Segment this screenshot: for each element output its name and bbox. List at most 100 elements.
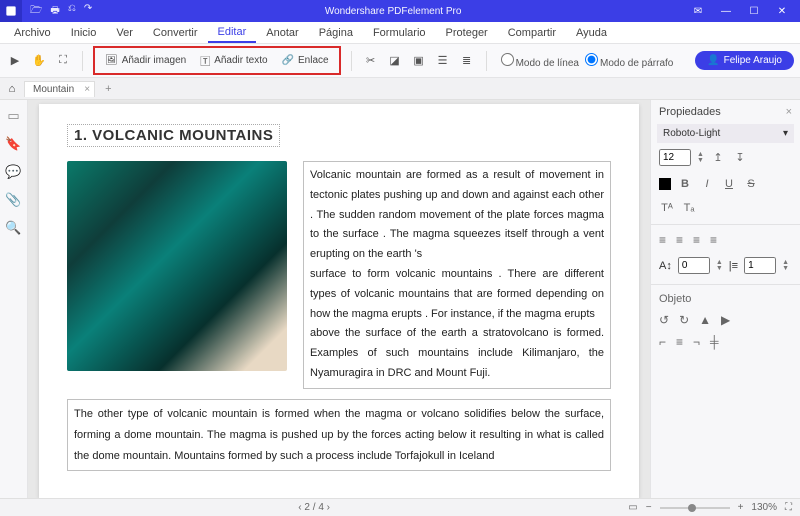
hand-icon[interactable]: ✋ (30, 52, 48, 70)
sidebar-left: ▭ 🔖 💬 📎 🔍 (0, 100, 28, 498)
spacing-stepper[interactable]: ▲▼ (782, 260, 789, 272)
notify-icon[interactable]: ✉ (686, 6, 710, 17)
fit-icon[interactable]: ⛶ (785, 502, 792, 513)
current-page: 2 (304, 502, 310, 513)
select-icon[interactable]: ⛶ (54, 52, 72, 70)
menu-compartir[interactable]: Compartir (498, 24, 566, 42)
menu-archivo[interactable]: Archivo (4, 24, 61, 42)
font-size-input[interactable] (659, 149, 691, 166)
page-heading[interactable]: 1. VOLCANIC MOUNTAINS (67, 124, 280, 147)
panel-close-icon[interactable]: × (786, 106, 792, 118)
align-justify-icon[interactable]: ≡ (710, 233, 717, 247)
rotate-right-icon[interactable]: ↻ (679, 313, 689, 327)
menu-ver[interactable]: Ver (106, 24, 143, 42)
align-obj-right-icon[interactable]: ¬ (693, 335, 700, 349)
menu-anotar[interactable]: Anotar (256, 24, 308, 42)
spacing-icon: |≡ (729, 260, 738, 272)
tab-close-icon[interactable]: × (84, 84, 90, 95)
superscript-icon[interactable]: ↥ (710, 151, 726, 164)
background-icon[interactable]: ▣ (410, 52, 428, 70)
prev-page-icon[interactable]: ‹ (298, 502, 301, 513)
minimize-icon[interactable]: — (714, 6, 738, 17)
flip-vertical-icon[interactable]: ▲ (699, 313, 711, 327)
redo-icon[interactable]: ↷ (84, 3, 92, 20)
align-obj-left-icon[interactable]: ⌐ (659, 335, 666, 349)
menu-formulario[interactable]: Formulario (363, 24, 436, 42)
user-button[interactable]: 👤 Felipe Araujo (695, 51, 794, 70)
zoom-value[interactable]: 130% (751, 502, 777, 513)
spacing-input[interactable] (744, 257, 776, 274)
case-lower-icon[interactable]: Tₐ (681, 202, 697, 214)
menu-convertir[interactable]: Convertir (143, 24, 208, 42)
chevron-down-icon: ▾ (783, 128, 788, 139)
menu-inicio[interactable]: Inicio (61, 24, 107, 42)
print-icon[interactable]: 🖶 (50, 3, 59, 20)
color-swatch[interactable] (659, 178, 671, 190)
menu-editar[interactable]: Editar (208, 23, 257, 43)
tab-label: Mountain (33, 84, 74, 95)
underline-button[interactable]: U (721, 178, 737, 190)
distribute-icon[interactable]: ╪ (710, 335, 719, 349)
add-tab-icon[interactable]: + (99, 83, 117, 95)
undo-icon[interactable]: ⎌ (68, 3, 76, 20)
link-button[interactable]: 🔗 Enlace (276, 52, 335, 69)
bold-button[interactable]: B (677, 178, 693, 190)
add-group-highlight: 🖼 Añadir imagen 🅃 Añadir texto 🔗 Enlace (93, 46, 341, 75)
paragraph-3: above the surface of the earth a stratov… (310, 327, 604, 379)
font-select[interactable]: Roboto-Light ▾ (657, 124, 794, 143)
indent-input[interactable] (678, 257, 710, 274)
strike-button[interactable]: S (743, 178, 759, 190)
comments-icon[interactable]: 💬 (5, 164, 21, 180)
rotate-left-icon[interactable]: ↺ (659, 313, 669, 327)
menu-ayuda[interactable]: Ayuda (566, 24, 617, 42)
zoom-slider[interactable] (660, 507, 730, 509)
add-image-label: Añadir imagen (122, 55, 186, 66)
bookmarks-icon[interactable]: 🔖 (5, 136, 21, 152)
size-stepper[interactable]: ▲▼ (697, 152, 704, 164)
watermark-icon[interactable]: ◪ (386, 52, 404, 70)
document-tab[interactable]: Mountain × (24, 81, 95, 97)
document-viewport[interactable]: 1. VOLCANIC MOUNTAINS Volcanic mountain … (28, 100, 650, 498)
align-left-icon[interactable]: ≡ (659, 233, 666, 247)
align-center-icon[interactable]: ≡ (676, 233, 683, 247)
align-right-icon[interactable]: ≡ (693, 233, 700, 247)
italic-button[interactable]: I (699, 178, 715, 190)
image-icon: 🖼 (105, 55, 118, 66)
crop-icon[interactable]: ✂ (362, 52, 380, 70)
pointer-icon[interactable]: ▶ (6, 52, 24, 70)
maximize-icon[interactable]: ☐ (742, 6, 766, 17)
indent-stepper[interactable]: ▲▼ (716, 260, 723, 272)
attachments-icon[interactable]: 📎 (5, 192, 21, 208)
flip-horizontal-icon[interactable]: ▶ (721, 313, 730, 327)
page-indicator[interactable]: ‹ 2 / 4 › (8, 502, 620, 513)
text-block-full[interactable]: The other type of volcanic mountain is f… (67, 399, 611, 472)
open-icon[interactable]: 🗁 (30, 3, 42, 20)
total-pages: 4 (318, 502, 324, 513)
add-text-button[interactable]: 🅃 Añadir texto (194, 50, 273, 71)
header-icon[interactable]: ☰ (434, 52, 452, 70)
document-image[interactable] (67, 161, 287, 371)
zoom-in-icon[interactable]: + (738, 502, 744, 513)
next-page-icon[interactable]: › (327, 502, 330, 513)
add-image-button[interactable]: 🖼 Añadir imagen (99, 52, 192, 69)
zoom-out-icon[interactable]: − (646, 502, 652, 513)
user-label: Felipe Araujo (724, 55, 782, 66)
search-icon[interactable]: 🔍 (5, 220, 21, 236)
line-mode-radio[interactable]: Modo de línea (501, 53, 579, 69)
bates-icon[interactable]: ≣ (458, 52, 476, 70)
menu-proteger[interactable]: Proteger (436, 24, 498, 42)
view-mode-icon[interactable]: ▭ (628, 502, 637, 513)
para-mode-radio[interactable]: Modo de párrafo (585, 53, 673, 69)
align-obj-center-icon[interactable]: ≡ (676, 335, 683, 349)
thumbnails-icon[interactable]: ▭ (7, 108, 19, 124)
home-tab-icon[interactable]: ⌂ (4, 83, 20, 95)
text-block-right[interactable]: Volcanic mountain are formed as a result… (303, 161, 611, 389)
menu-pagina[interactable]: Página (309, 24, 363, 42)
separator (82, 51, 83, 71)
close-icon[interactable]: ✕ (770, 6, 794, 17)
separator (351, 51, 352, 71)
tab-strip: ⌂ Mountain × + (0, 78, 800, 100)
subscript-icon[interactable]: ↧ (732, 151, 748, 164)
case-upper-icon[interactable]: Tᴬ (659, 202, 675, 214)
object-section-label: Objeto (651, 289, 800, 309)
